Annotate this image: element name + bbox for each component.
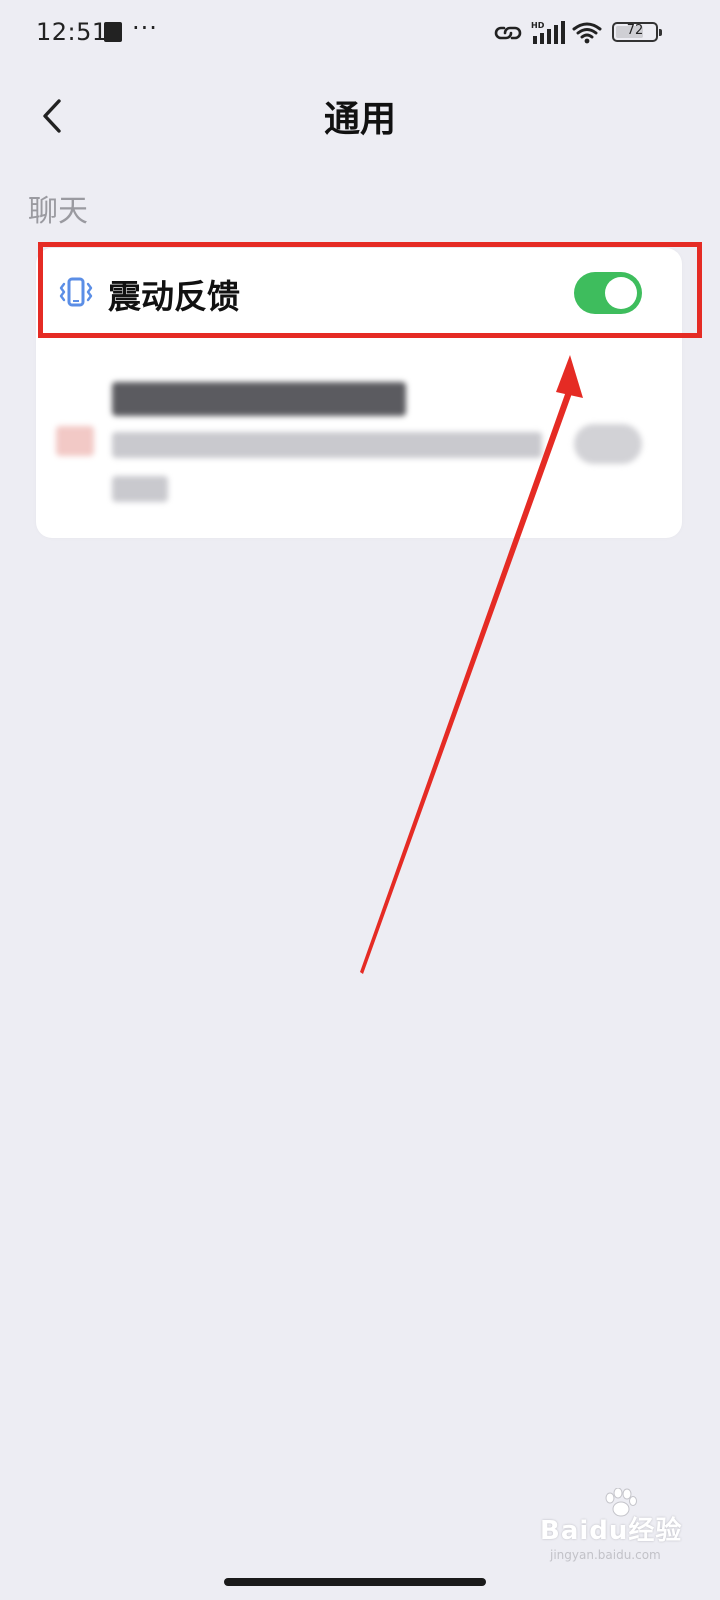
vibration-feedback-label: 震动反馈 bbox=[108, 277, 240, 316]
toggle-knob bbox=[605, 277, 637, 309]
redacted-toggle bbox=[574, 424, 642, 464]
redacted-description bbox=[112, 432, 542, 458]
link-icon bbox=[494, 26, 522, 40]
redacted-setting-row bbox=[36, 360, 682, 520]
cellular-signal-icon: HD bbox=[531, 21, 565, 44]
signal-hd-label: HD bbox=[531, 21, 545, 30]
section-header-chat: 聊天 bbox=[28, 194, 88, 229]
vibration-feedback-row[interactable]: 震动反馈 bbox=[36, 248, 682, 340]
settings-card: 震动反馈 bbox=[36, 248, 682, 538]
baidu-watermark: Baidu经验 jingyan.baidu.com bbox=[540, 1488, 700, 1562]
battery-icon: 72 bbox=[612, 22, 662, 42]
status-time: 12:51 bbox=[36, 18, 108, 46]
page-title: 通用 bbox=[323, 99, 396, 140]
redacted-icon bbox=[56, 426, 94, 456]
app-notification-icon bbox=[104, 22, 122, 42]
battery-cap bbox=[659, 29, 662, 36]
vibration-feedback-toggle[interactable] bbox=[574, 272, 642, 314]
phone-vibrate-icon bbox=[59, 277, 93, 307]
redacted-title bbox=[112, 382, 406, 416]
redacted-description-line2 bbox=[112, 476, 168, 502]
status-bar: 12:51 ··· HD 72 bbox=[0, 0, 720, 66]
more-notifications-indicator: ··· bbox=[132, 14, 158, 42]
watermark-subtext: jingyan.baidu.com bbox=[550, 1548, 661, 1562]
watermark-text: Baidu经验 bbox=[540, 1516, 683, 1546]
battery-level: 72 bbox=[626, 23, 644, 38]
navigation-bar: 通用 bbox=[0, 66, 720, 166]
wifi-icon bbox=[572, 22, 602, 44]
home-indicator[interactable] bbox=[224, 1578, 486, 1586]
status-right-group: HD 72 bbox=[494, 20, 664, 46]
